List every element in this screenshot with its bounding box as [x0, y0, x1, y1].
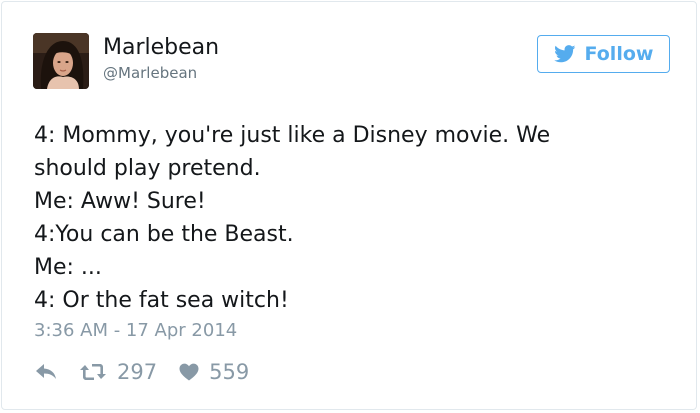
- reply-icon: [35, 363, 57, 381]
- tweet-card: Marlebean @Marlebean Follow 4: Mommy, yo…: [1, 1, 697, 410]
- follow-button[interactable]: Follow: [537, 35, 670, 73]
- tweet-line: should play pretend.: [34, 156, 261, 181]
- tweet-line: Me: Aww! Sure!: [34, 189, 206, 214]
- tweet-line: 4:You can be the Beast.: [34, 222, 294, 247]
- retweet-button[interactable]: 297: [79, 360, 157, 384]
- retweet-count: 297: [117, 360, 158, 384]
- retweet-icon: [79, 362, 107, 382]
- follow-button-label: Follow: [584, 43, 654, 65]
- heart-icon: [179, 363, 199, 381]
- like-button[interactable]: 559: [179, 360, 249, 384]
- tweet-line: Me: ...: [34, 255, 102, 280]
- reply-button[interactable]: [35, 363, 57, 381]
- tweet-line: 4: Or the fat sea witch!: [34, 288, 289, 313]
- user-handle[interactable]: @Marlebean: [103, 64, 197, 82]
- display-name[interactable]: Marlebean: [103, 35, 219, 60]
- avatar-photo: [33, 33, 89, 89]
- avatar[interactable]: [33, 33, 89, 89]
- tweet-actions: 297 559: [35, 358, 249, 386]
- tweet-timestamp[interactable]: 3:36 AM - 17 Apr 2014: [34, 320, 237, 341]
- tweet-text: 4: Mommy, you're just like a Disney movi…: [34, 119, 674, 317]
- tweet-line: 4: Mommy, you're just like a Disney movi…: [34, 123, 551, 148]
- twitter-bird-icon: [553, 45, 576, 63]
- like-count: 559: [209, 360, 250, 384]
